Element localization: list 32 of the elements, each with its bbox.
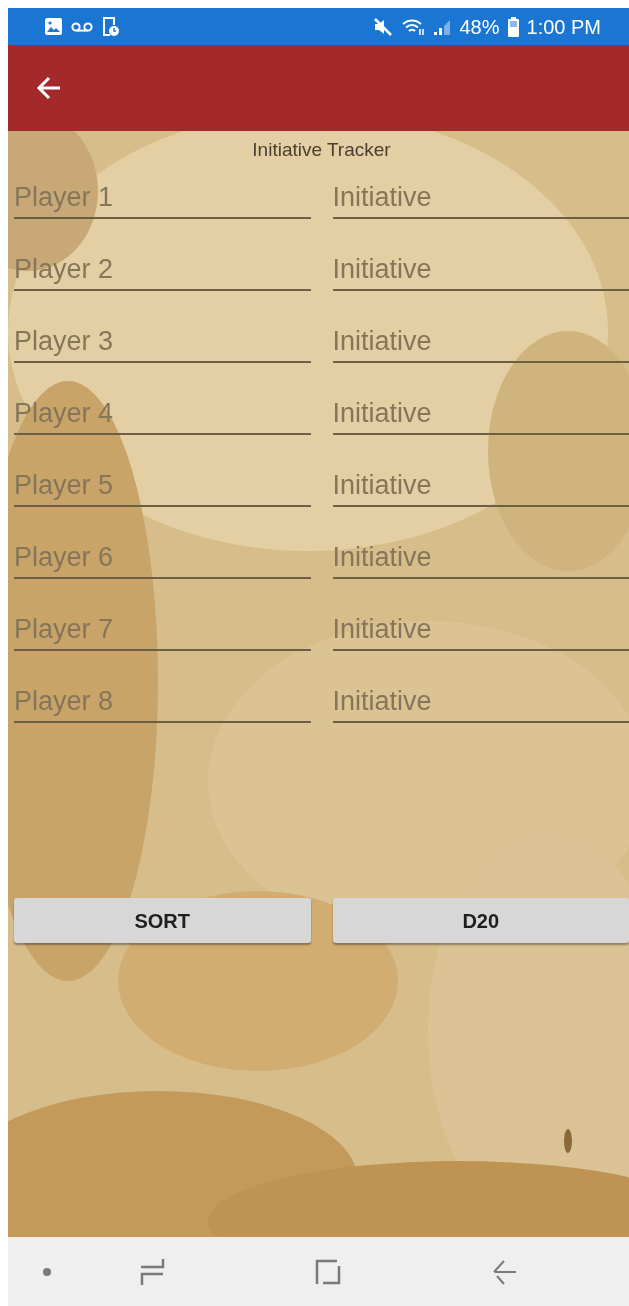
player-name-field[interactable]: Player 6	[14, 523, 311, 579]
player-name-field[interactable]: Player 5	[14, 451, 311, 507]
battery-percent: 48%	[459, 14, 500, 40]
player-name-field[interactable]: Player 8	[14, 667, 311, 723]
screen-title: Initiative Tracker	[252, 139, 391, 160]
d20-button[interactable]: D20	[332, 898, 629, 943]
clock-time: 1:00 PM	[526, 14, 601, 40]
back-arrow-icon[interactable]	[36, 76, 62, 100]
player-name-field[interactable]: Player 1	[14, 163, 311, 219]
dot-icon[interactable]	[42, 1266, 52, 1277]
initiative-field[interactable]: Initiative	[332, 163, 629, 219]
home-icon[interactable]	[315, 1258, 341, 1285]
phone-clock-icon	[101, 16, 120, 37]
wifi-icon	[401, 17, 426, 36]
initiative-field[interactable]: Initiative	[332, 307, 629, 363]
initiative-field[interactable]: Initiative	[332, 595, 629, 651]
image-icon	[44, 17, 63, 36]
initiative-field[interactable]: Initiative	[332, 379, 629, 435]
player-name-field[interactable]: Player 2	[14, 235, 311, 291]
mute-icon	[373, 17, 394, 36]
initiative-field[interactable]: Initiative	[332, 451, 629, 507]
initiative-field[interactable]: Initiative	[332, 235, 629, 291]
player-name-field[interactable]: Player 3	[14, 307, 311, 363]
back-icon[interactable]	[491, 1258, 517, 1285]
battery-icon	[507, 16, 519, 37]
recents-icon[interactable]	[139, 1257, 165, 1286]
sort-button[interactable]: SORT	[14, 898, 311, 943]
player-name-field[interactable]: Player 4	[14, 379, 311, 435]
voicemail-icon	[71, 20, 93, 33]
player-name-field[interactable]: Player 7	[14, 595, 311, 651]
initiative-field[interactable]: Initiative	[332, 667, 629, 723]
initiative-field[interactable]: Initiative	[332, 523, 629, 579]
